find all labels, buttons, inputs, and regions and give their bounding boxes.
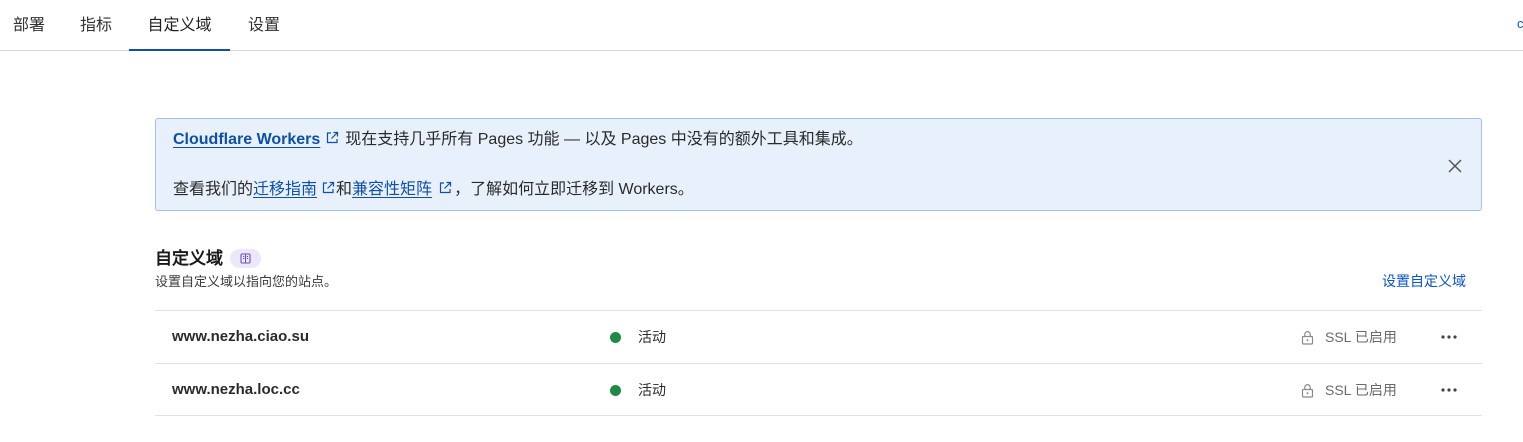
more-actions-button[interactable]	[1437, 380, 1461, 400]
migration-guide-link[interactable]: 迁移指南	[253, 181, 317, 198]
domain-status: 活动	[638, 382, 666, 398]
more-horizontal-icon	[1441, 388, 1457, 392]
section-subtitle: 设置自定义域以指向您的站点。	[155, 274, 338, 289]
external-link-icon	[327, 131, 339, 144]
external-link-icon	[322, 181, 335, 194]
tab-bar: 部署 指标 自定义域 设置 c	[0, 0, 1523, 51]
tab-metrics[interactable]: 指标	[66, 0, 126, 51]
close-icon	[1448, 159, 1462, 173]
compatibility-matrix-link[interactable]: 兼容性矩阵	[352, 181, 432, 198]
tab-deployments[interactable]: 部署	[0, 0, 58, 51]
banner-line-2-mid: 和	[336, 181, 353, 198]
domain-status: 活动	[638, 329, 666, 345]
close-banner-button[interactable]	[1446, 157, 1464, 175]
section-title: 自定义域	[155, 249, 223, 268]
lock-icon	[1301, 331, 1314, 345]
page: 部署 指标 自定义域 设置 c Cloudflare Workers 现在支持几乎…	[0, 0, 1523, 442]
more-actions-button[interactable]	[1437, 327, 1461, 347]
banner-line-2: 查看我们的迁移指南 和兼容性矩阵 ，了解如何立即迁移到 Workers。	[173, 180, 694, 200]
banner-line-2-suffix: ，了解如何立即迁移到 Workers。	[454, 181, 694, 198]
external-link-icon	[439, 181, 452, 194]
banner-line-1: Cloudflare Workers 现在支持几乎所有 Pages 功能 — 以及…	[173, 130, 863, 150]
docs-badge[interactable]	[230, 249, 261, 268]
tab-custom-domains[interactable]: 自定义域	[129, 0, 230, 51]
setup-custom-domain-link[interactable]: 设置自定义域	[1382, 272, 1466, 290]
more-horizontal-icon	[1441, 335, 1457, 339]
domain-row: www.nezha.loc.cc 活动 SSL 已启用	[155, 363, 1482, 416]
book-icon	[240, 253, 251, 264]
tab-settings[interactable]: 设置	[236, 0, 292, 51]
status-dot-icon	[610, 332, 621, 343]
domain-name[interactable]: www.nezha.loc.cc	[172, 364, 300, 416]
ssl-status: SSL 已启用	[1325, 382, 1397, 398]
ssl-status: SSL 已启用	[1325, 329, 1397, 345]
banner-line-2-prefix: 查看我们的	[173, 181, 254, 198]
lock-icon	[1301, 384, 1314, 398]
edge-clipped-glyph[interactable]: c	[1517, 16, 1523, 32]
cloudflare-workers-link[interactable]: Cloudflare Workers	[173, 131, 320, 148]
status-dot-icon	[610, 385, 621, 396]
workers-info-banner: Cloudflare Workers 现在支持几乎所有 Pages 功能 — 以及…	[155, 118, 1482, 211]
domain-name[interactable]: www.nezha.ciao.su	[172, 311, 309, 363]
banner-line-1-text: 现在支持几乎所有 Pages 功能 — 以及 Pages 中没有的额外工具和集成…	[345, 131, 863, 148]
domain-row: www.nezha.ciao.su 活动 SSL 已启用	[155, 310, 1482, 363]
